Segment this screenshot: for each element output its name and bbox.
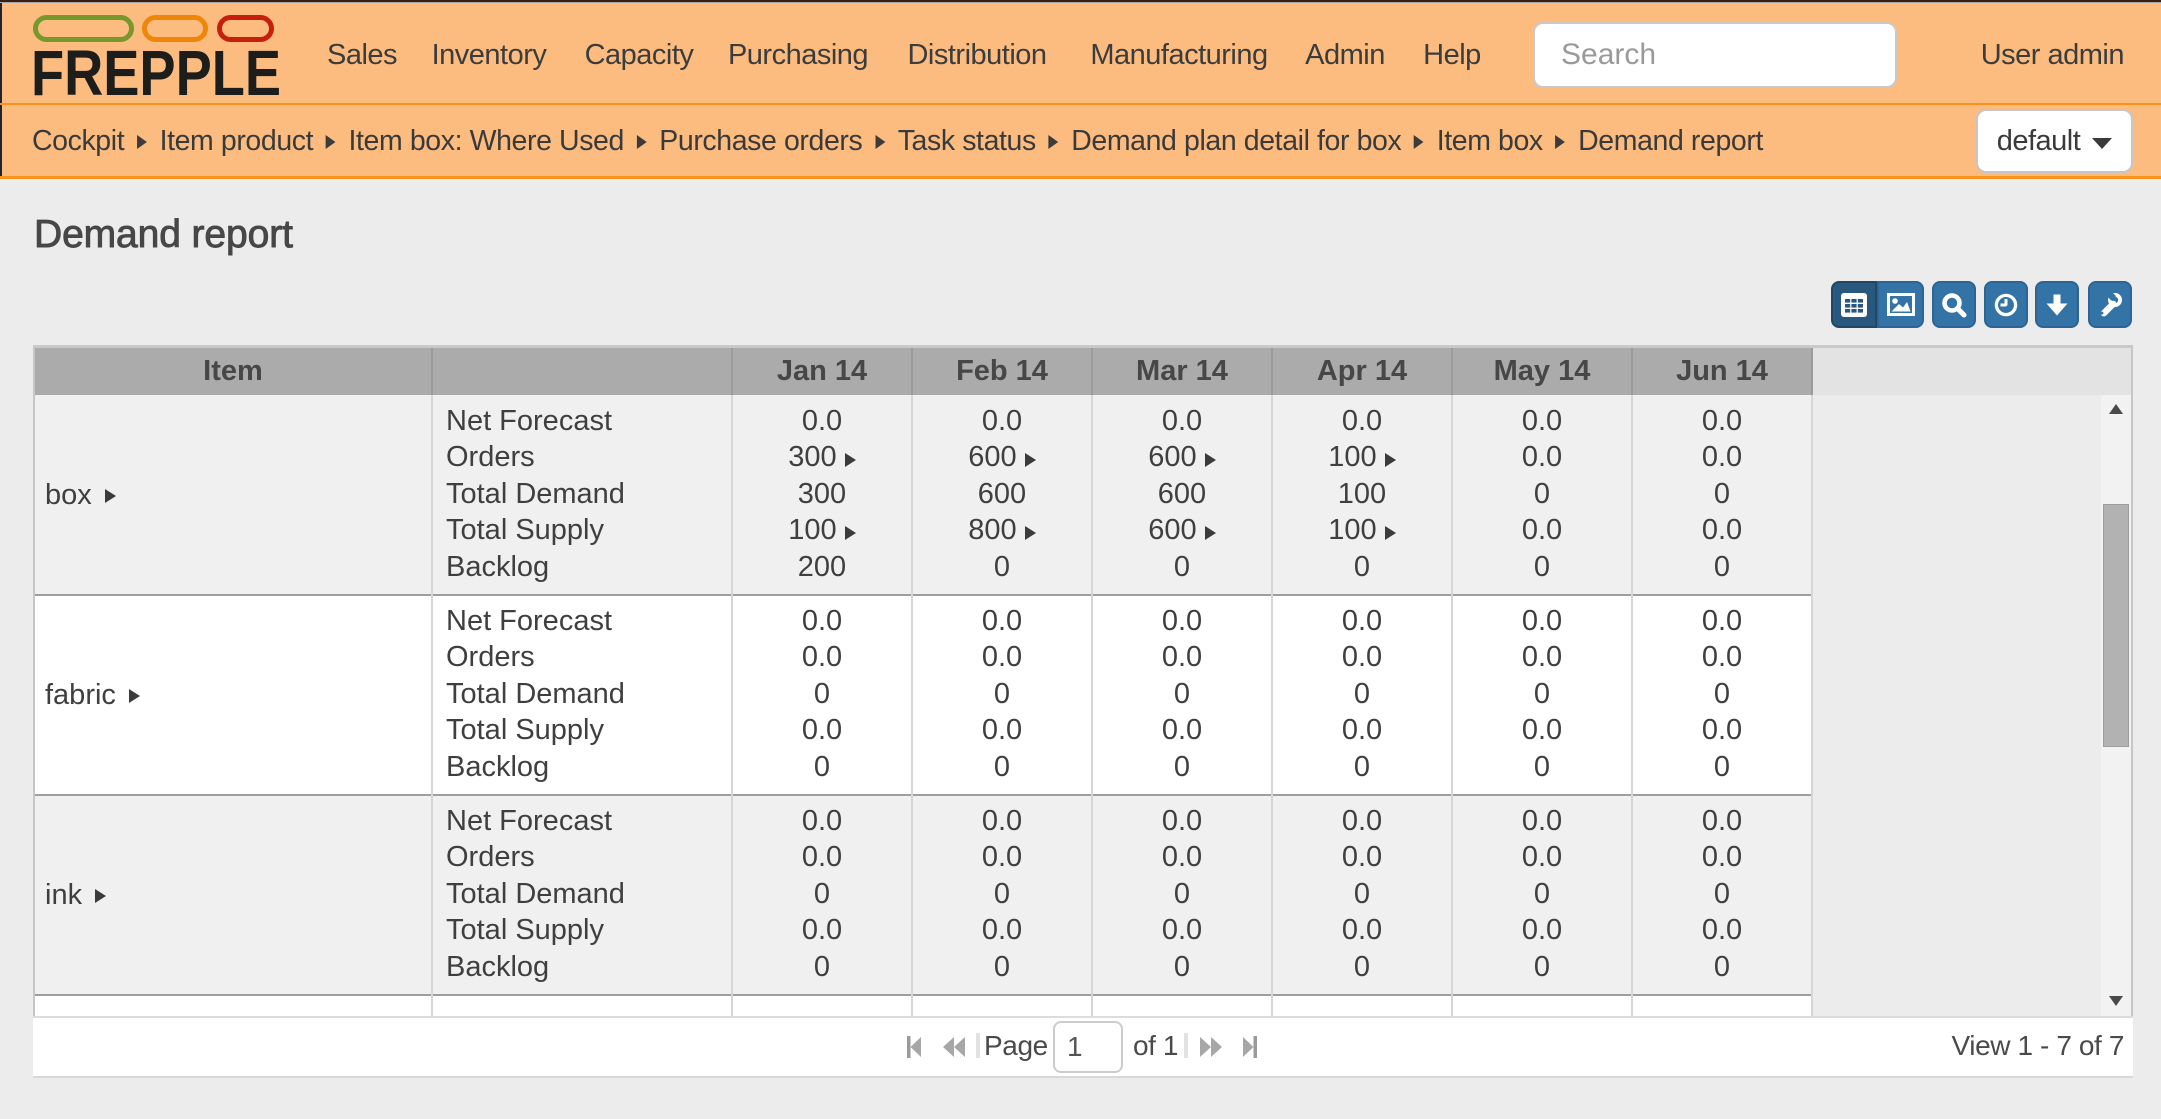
svg-text:FREPPLE: FREPPLE xyxy=(33,37,281,99)
